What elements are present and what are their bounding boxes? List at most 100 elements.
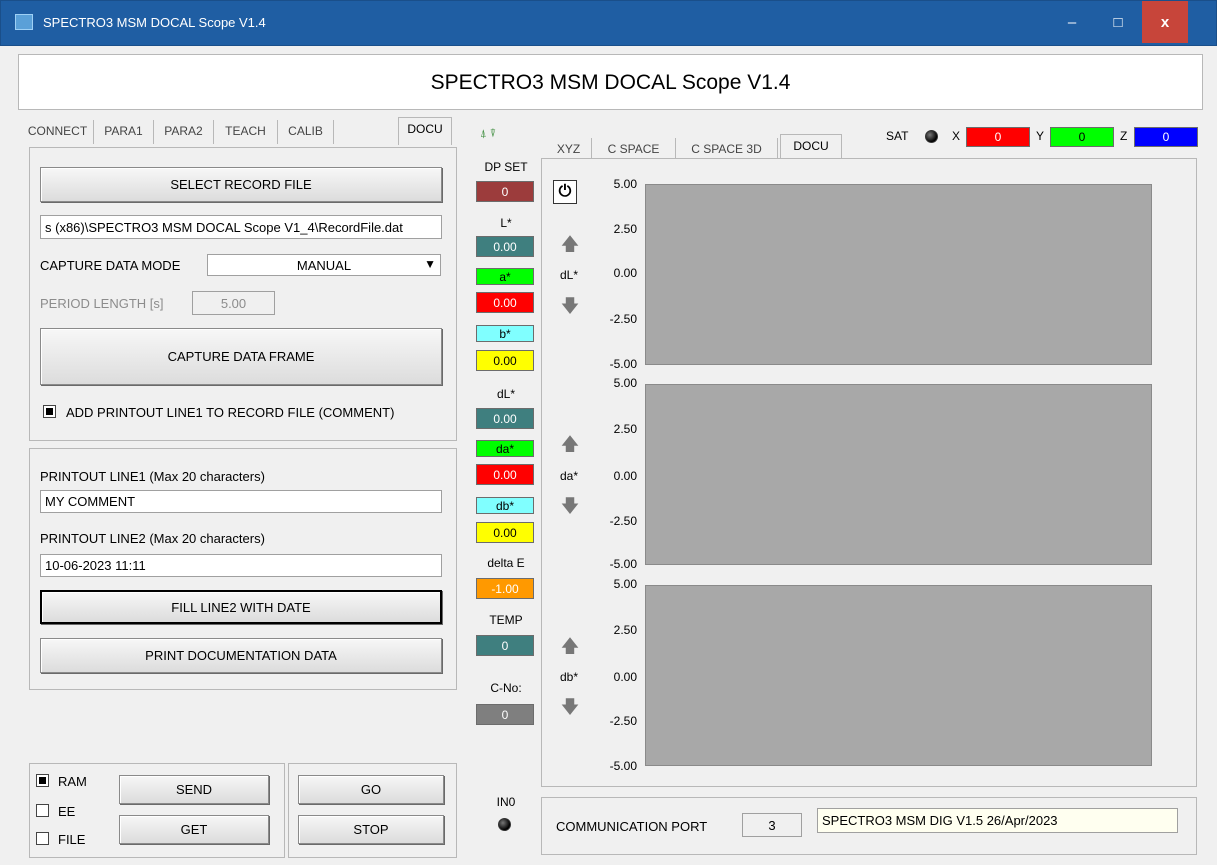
plot-da-tick: -2.50 xyxy=(609,514,637,528)
plot-dl-tick: -5.00 xyxy=(609,357,637,371)
da-label: da* xyxy=(476,440,534,457)
record-file-path-field[interactable]: s (x86)\SPECTRO3 MSM DOCAL Scope V1_4\Re… xyxy=(40,215,442,239)
capture-data-frame-button[interactable]: CAPTURE DATA FRAME xyxy=(40,328,442,385)
c-no-value: 0 xyxy=(476,704,534,725)
printout-line2-label: PRINTOUT LINE2 (Max 20 characters) xyxy=(40,531,265,546)
printout-line1-input[interactable]: MY COMMENT xyxy=(40,490,442,513)
plot-dl xyxy=(645,184,1152,365)
capture-mode-select[interactable]: MANUAL ▼ xyxy=(207,254,441,276)
tab-para2[interactable]: PARA2 xyxy=(154,120,214,144)
a-value: 0.00 xyxy=(476,292,534,313)
in0-led-icon xyxy=(498,818,511,831)
plot-da xyxy=(645,384,1152,565)
ram-checkbox[interactable] xyxy=(36,774,49,790)
sat-y-value: 0 xyxy=(1050,127,1114,147)
plot-dl-tick: 5.00 xyxy=(613,177,637,191)
power-icon[interactable]: ⏻ xyxy=(553,180,577,204)
checkbox-box[interactable] xyxy=(43,405,56,418)
temp-value: 0 xyxy=(476,635,534,656)
select-record-file-button[interactable]: SELECT RECORD FILE xyxy=(40,167,442,202)
printout-line2-input[interactable]: 10-06-2023 11:11 xyxy=(40,554,442,577)
fill-line2-date-button[interactable]: FILL LINE2 WITH DATE xyxy=(40,590,442,624)
dp-set-label: DP SET xyxy=(484,160,528,174)
plot-da-tick: 0.00 xyxy=(613,469,637,483)
arrow-down-icon[interactable]: 🡇 xyxy=(560,294,580,324)
add-printout-label: ADD PRINTOUT LINE1 TO RECORD FILE (COMME… xyxy=(66,405,395,420)
capture-mode-label: CAPTURE DATA MODE xyxy=(40,258,181,273)
plot-db-label: db* xyxy=(560,670,579,684)
sat-led-icon xyxy=(925,130,938,143)
title-bar: SPECTRO3 MSM DOCAL Scope V1.4 ‒ □ x xyxy=(0,0,1217,46)
db-label: db* xyxy=(476,497,534,514)
send-button[interactable]: SEND xyxy=(119,775,269,804)
b-label: b* xyxy=(476,325,534,342)
period-length-field[interactable]: 5.00 xyxy=(192,291,275,315)
ram-label: RAM xyxy=(58,774,87,789)
arrow-down-icon[interactable]: 🡇 xyxy=(560,494,580,524)
delta-e-value: -1.00 xyxy=(476,578,534,599)
sat-z-value: 0 xyxy=(1134,127,1198,147)
close-button[interactable]: x xyxy=(1142,1,1188,43)
go-button[interactable]: GO xyxy=(298,775,444,804)
get-button[interactable]: GET xyxy=(119,815,269,844)
print-documentation-button[interactable]: PRINT DOCUMENTATION DATA xyxy=(40,638,442,673)
plot-db xyxy=(645,585,1152,766)
tab-docu[interactable]: DOCU xyxy=(398,117,452,145)
plot-dl-label: dL* xyxy=(560,268,579,282)
arrow-up-icon[interactable]: 🡅 xyxy=(560,432,580,462)
plot-db-tick: 0.00 xyxy=(613,670,637,684)
header-banner: SPECTRO3 MSM DOCAL Scope V1.4 xyxy=(18,54,1203,110)
header-title: SPECTRO3 MSM DOCAL Scope V1.4 xyxy=(430,71,791,94)
L-label: L* xyxy=(500,216,512,230)
plot-dl-tick: 0.00 xyxy=(613,266,637,280)
arrow-down-icon[interactable]: 🡇 xyxy=(560,695,580,725)
minimize-button[interactable]: ‒ xyxy=(1049,1,1095,43)
window-title: SPECTRO3 MSM DOCAL Scope V1.4 xyxy=(43,15,266,30)
da-value: 0.00 xyxy=(476,464,534,485)
capture-mode-value: MANUAL xyxy=(296,257,352,273)
dp-arrows-icon[interactable]: ⍋ ⍒ xyxy=(480,128,520,142)
plot-dl-tick: -2.50 xyxy=(609,312,637,326)
sat-x-label: X xyxy=(952,129,961,143)
device-info-field: SPECTRO3 MSM DIG V1.5 26/Apr/2023 xyxy=(817,808,1178,833)
tab-para1[interactable]: PARA1 xyxy=(94,120,154,144)
plot-db-tick: 5.00 xyxy=(613,577,637,591)
L-value: 0.00 xyxy=(476,236,534,257)
plot-da-tick: 2.50 xyxy=(613,422,637,436)
app-icon xyxy=(15,14,33,30)
sat-z-label: Z xyxy=(1120,129,1128,143)
sat-label: SAT xyxy=(886,129,909,143)
a-label: a* xyxy=(476,268,534,285)
dL-value: 0.00 xyxy=(476,408,534,429)
c-no-label: C-No: xyxy=(490,681,522,695)
delta-e-label: delta E xyxy=(487,556,525,570)
chevron-down-icon: ▼ xyxy=(424,257,436,271)
tab-teach[interactable]: TEACH xyxy=(214,120,278,144)
stop-button[interactable]: STOP xyxy=(298,815,444,844)
db-value: 0.00 xyxy=(476,522,534,543)
plot-da-label: da* xyxy=(560,469,579,483)
printout-line1-label: PRINTOUT LINE1 (Max 20 characters) xyxy=(40,469,265,484)
tab-calib[interactable]: CALIB xyxy=(278,120,334,144)
b-value: 0.00 xyxy=(476,350,534,371)
comm-port-label: COMMUNICATION PORT xyxy=(556,819,708,834)
maximize-button[interactable]: □ xyxy=(1095,1,1141,43)
ee-label: EE xyxy=(58,804,76,819)
add-printout-checkbox[interactable] xyxy=(43,405,56,421)
arrow-up-icon[interactable]: 🡅 xyxy=(560,634,580,664)
plot-db-tick: -2.50 xyxy=(609,714,637,728)
ee-checkbox[interactable] xyxy=(36,804,49,820)
comm-port-field[interactable]: 3 xyxy=(742,813,802,837)
in0-label: IN0 xyxy=(496,795,516,809)
plot-da-tick: 5.00 xyxy=(613,376,637,390)
sat-y-label: Y xyxy=(1036,129,1045,143)
tab-connect[interactable]: CONNECT xyxy=(22,120,94,144)
file-checkbox[interactable] xyxy=(36,832,49,848)
plot-da-tick: -5.00 xyxy=(609,557,637,571)
arrow-up-icon[interactable]: 🡅 xyxy=(560,232,580,262)
dp-set-value: 0 xyxy=(476,181,534,202)
plot-db-tick: 2.50 xyxy=(613,623,637,637)
plot-dl-tick: 2.50 xyxy=(613,222,637,236)
period-length-label: PERIOD LENGTH [s] xyxy=(40,296,164,311)
plot-db-tick: -5.00 xyxy=(609,759,637,773)
